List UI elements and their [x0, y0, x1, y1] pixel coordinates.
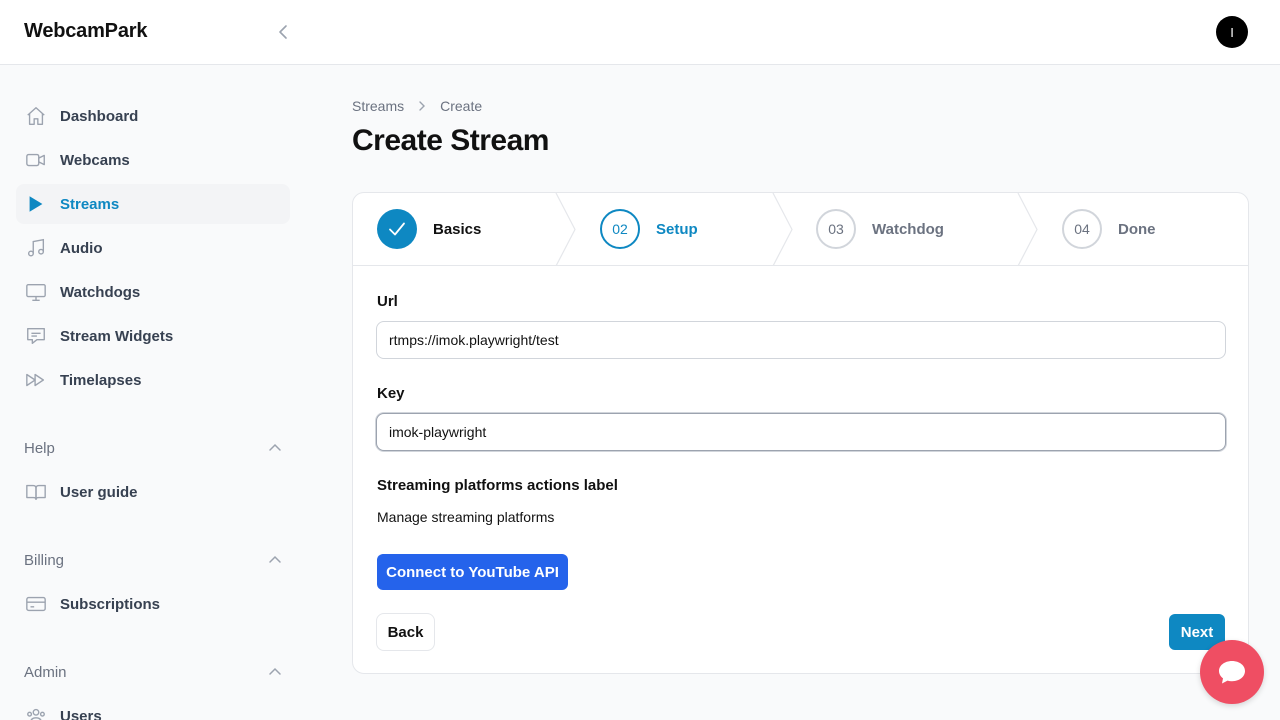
credit-card-icon: [24, 592, 48, 616]
section-title: Admin: [24, 663, 67, 681]
sidebar-item-label: Audio: [60, 239, 103, 257]
platforms-description: Manage streaming platforms: [377, 509, 555, 525]
sidebar-item-subscriptions[interactable]: Subscriptions: [16, 584, 290, 624]
sidebar-item-label: Stream Widgets: [60, 327, 174, 345]
fast-forward-icon: [24, 368, 48, 392]
step-divider: [1017, 193, 1038, 266]
step-divider: [555, 193, 576, 266]
sidebar-item-dashboard[interactable]: Dashboard: [16, 96, 290, 136]
connect-youtube-button[interactable]: Connect to YouTube API: [377, 554, 568, 590]
page-title: Create Stream: [352, 124, 549, 157]
section-title: Help: [24, 439, 55, 457]
chevron-left-icon: [279, 25, 287, 39]
section-help-header[interactable]: Help: [24, 436, 282, 460]
chevron-up-icon: [269, 667, 281, 675]
sidebar: Dashboard Webcams Streams Audio Watchdog…: [0, 66, 306, 720]
play-icon: [24, 192, 48, 216]
key-label: Key: [377, 385, 405, 402]
section-billing-header[interactable]: Billing: [24, 548, 282, 572]
chevron-up-icon: [269, 555, 281, 563]
step-watchdog[interactable]: 03 Watchdog: [816, 209, 944, 249]
top-bar: WebcamPark I: [0, 0, 1280, 65]
sidebar-item-label: User guide: [60, 483, 138, 501]
section-admin-header[interactable]: Admin: [24, 660, 282, 684]
step-number: 02: [600, 209, 640, 249]
video-camera-icon: [24, 148, 48, 172]
chat-widget-button[interactable]: [1200, 640, 1264, 704]
url-input[interactable]: [376, 321, 1226, 359]
step-label: Basics: [433, 220, 482, 238]
sidebar-item-users[interactable]: Users: [16, 696, 290, 720]
users-icon: [24, 704, 48, 720]
step-label: Done: [1118, 220, 1156, 238]
step-number: 04: [1062, 209, 1102, 249]
sidebar-item-timelapses[interactable]: Timelapses: [16, 360, 290, 400]
step-label: Watchdog: [872, 220, 944, 238]
brand-logo[interactable]: WebcamPark: [24, 20, 147, 43]
step-number: 03: [816, 209, 856, 249]
breadcrumb-current[interactable]: Create: [440, 98, 482, 114]
sidebar-item-streams[interactable]: Streams: [16, 184, 290, 224]
section-title: Billing: [24, 551, 65, 569]
chat-message-icon: [24, 324, 48, 348]
sidebar-collapse-button[interactable]: [272, 20, 296, 44]
sidebar-item-audio[interactable]: Audio: [16, 228, 290, 268]
sidebar-item-label: Webcams: [60, 151, 130, 169]
book-icon: [24, 480, 48, 504]
create-stream-card: Basics 02 Setup 03 Watchdog 04 Done Url …: [352, 192, 1249, 674]
sidebar-item-label: Subscriptions: [60, 595, 161, 613]
sidebar-item-label: Timelapses: [60, 371, 142, 389]
sidebar-item-label: Users: [60, 707, 102, 720]
breadcrumb-streams-link[interactable]: Streams: [352, 98, 404, 114]
back-button[interactable]: Back: [376, 613, 435, 651]
url-label: Url: [377, 293, 398, 310]
step-basics[interactable]: Basics: [377, 209, 481, 249]
step-done[interactable]: 04 Done: [1062, 209, 1156, 249]
sidebar-item-webcams[interactable]: Webcams: [16, 140, 290, 180]
user-avatar[interactable]: I: [1216, 16, 1248, 48]
music-note-icon: [24, 236, 48, 260]
sidebar-item-watchdogs[interactable]: Watchdogs: [16, 272, 290, 312]
step-setup[interactable]: 02 Setup: [600, 209, 698, 249]
sidebar-item-user-guide[interactable]: User guide: [16, 472, 290, 512]
chevron-up-icon: [269, 443, 281, 451]
step-divider: [772, 193, 793, 266]
breadcrumb: Streams Create: [352, 96, 482, 116]
home-icon: [24, 104, 48, 128]
monitor-icon: [24, 280, 48, 304]
sidebar-item-label: Streams: [60, 195, 120, 213]
chevron-right-icon: [416, 100, 428, 112]
stepper: Basics 02 Setup 03 Watchdog 04 Done: [353, 193, 1248, 266]
platforms-label: Streaming platforms actions label: [377, 477, 618, 494]
sidebar-item-stream-widgets[interactable]: Stream Widgets: [16, 316, 290, 356]
sidebar-item-label: Watchdogs: [60, 283, 141, 301]
key-input[interactable]: [376, 413, 1226, 451]
check-icon: [377, 209, 417, 249]
step-label: Setup: [656, 220, 698, 238]
chat-bubble-icon: [1219, 661, 1245, 684]
sidebar-item-label: Dashboard: [60, 107, 139, 125]
